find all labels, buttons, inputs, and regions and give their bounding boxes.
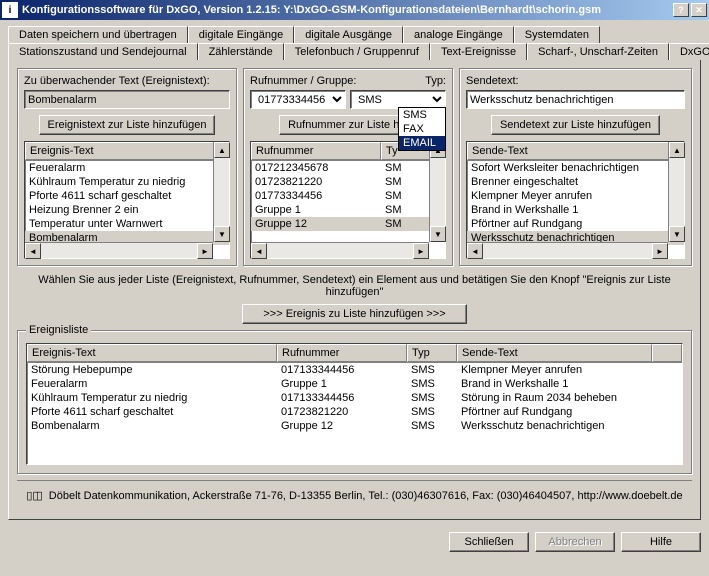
list-item[interactable]: Feueralarm bbox=[25, 161, 229, 175]
ereignistext-list[interactable]: Ereignis-Text FeueralarmKühlraum Tempera… bbox=[24, 141, 230, 259]
footer-text: ▯◫Döbelt Datenkommunikation, Ackerstraße… bbox=[17, 480, 692, 511]
scrollbar-vertical[interactable]: ▲▼ bbox=[429, 142, 445, 242]
scroll-right-icon[interactable]: ► bbox=[197, 243, 213, 259]
close-button[interactable]: Schließen bbox=[449, 532, 529, 552]
rufnummer-label: Rufnummer / Gruppe: bbox=[250, 75, 356, 87]
tab-panel: Zu überwachender Text (Ereignistext): Er… bbox=[8, 59, 701, 520]
scrollbar-horizontal[interactable]: ◄► bbox=[467, 242, 668, 258]
scroll-right-icon[interactable]: ► bbox=[413, 243, 429, 259]
list-item[interactable]: Temperatur unter Warnwert bbox=[25, 217, 229, 231]
list-item[interactable]: Brenner eingeschaltet bbox=[467, 175, 684, 189]
sendetext-list-header: Sende-Text bbox=[467, 142, 684, 160]
rufnummer-list-header-ruf: Rufnummer bbox=[251, 142, 381, 160]
ereignisliste-fieldset: Ereignisliste Ereignis-Text Rufnummer Ty… bbox=[17, 330, 692, 474]
table-row[interactable]: Pforte 4611 scharf geschaltet01723821220… bbox=[27, 405, 682, 419]
tab-stationszustand-und-sendejournal[interactable]: Stationszustand und Sendejournal bbox=[8, 43, 198, 60]
list-item[interactable]: 017212345678SM bbox=[251, 161, 445, 175]
ereignistext-group: Zu überwachender Text (Ereignistext): Er… bbox=[17, 68, 237, 266]
list-item[interactable]: Pforte 4611 scharf geschaltet bbox=[25, 189, 229, 203]
scroll-left-icon[interactable]: ◄ bbox=[251, 243, 267, 259]
tab-dxgo[interactable]: DxGO bbox=[669, 43, 709, 60]
scrollbar-horizontal[interactable]: ◄► bbox=[251, 242, 429, 258]
table-row[interactable]: FeueralarmGruppe 1SMSBrand in Werkshalle… bbox=[27, 377, 682, 391]
scroll-left-icon[interactable]: ◄ bbox=[467, 243, 483, 259]
list-item[interactable]: Brand in Werkshalle 1 bbox=[467, 203, 684, 217]
scroll-down-icon[interactable]: ▼ bbox=[430, 226, 446, 242]
rufnummer-select[interactable]: 01773334456 bbox=[250, 90, 346, 109]
tabs-row-1: Daten speichern und übertragendigitale E… bbox=[8, 26, 701, 43]
table-row[interactable]: BombenalarmGruppe 12SMSWerksschutz benac… bbox=[27, 419, 682, 433]
list-item[interactable]: Kühlraum Temperatur zu niedrig bbox=[25, 175, 229, 189]
rufnummer-group: Rufnummer / Gruppe: Typ: 01773334456 SMS… bbox=[243, 68, 453, 266]
tab-analoge-eing-nge[interactable]: analoge Eingänge bbox=[403, 26, 514, 43]
typ-option-sms[interactable]: SMS bbox=[399, 108, 445, 122]
sendetext-input[interactable] bbox=[466, 90, 685, 109]
titlebar: i Konfigurationssoftware für DxGO, Versi… bbox=[0, 0, 709, 20]
instruction-text: Wählen Sie aus jeder Liste (Ereignistext… bbox=[17, 274, 692, 298]
add-ereignistext-button[interactable]: Ereignistext zur Liste hinzufügen bbox=[39, 115, 216, 135]
col-typ[interactable]: Typ bbox=[407, 344, 457, 362]
list-item[interactable]: 01723821220SM bbox=[251, 175, 445, 189]
scroll-right-icon[interactable]: ► bbox=[652, 243, 668, 259]
dialog-buttons: Schließen Abbrechen Hilfe bbox=[0, 526, 709, 558]
window-title: Konfigurationssoftware für DxGO, Version… bbox=[22, 4, 673, 16]
sendetext-label: Sendetext: bbox=[466, 75, 685, 87]
add-event-button[interactable]: >>> Ereignis zu Liste hinzufügen >>> bbox=[242, 304, 466, 324]
list-item[interactable]: Klempner Meyer anrufen bbox=[467, 189, 684, 203]
scroll-up-icon[interactable]: ▲ bbox=[669, 142, 685, 158]
scrollbar-vertical[interactable]: ▲▼ bbox=[668, 142, 684, 242]
sendetext-group: Sendetext: Sendetext zur Liste hinzufüge… bbox=[459, 68, 692, 266]
scrollbar-horizontal[interactable]: ◄► bbox=[25, 242, 213, 258]
table-row[interactable]: Störung Hebepumpe017133344456SMSKlempner… bbox=[27, 363, 682, 377]
list-item[interactable]: Heizung Brenner 2 ein bbox=[25, 203, 229, 217]
scroll-left-icon[interactable]: ◄ bbox=[25, 243, 41, 259]
list-item[interactable]: Gruppe 1SM bbox=[251, 203, 445, 217]
app-icon: i bbox=[2, 2, 18, 18]
cancel-button: Abbrechen bbox=[535, 532, 615, 552]
footer-icon: ▯◫ bbox=[26, 491, 42, 503]
add-rufnummer-button[interactable]: Rufnummer zur Liste hin bbox=[279, 115, 417, 135]
scroll-up-icon[interactable]: ▲ bbox=[214, 142, 230, 158]
list-item[interactable]: 01773334456SM bbox=[251, 189, 445, 203]
scroll-down-icon[interactable]: ▼ bbox=[214, 226, 230, 242]
col-ereignistext[interactable]: Ereignis-Text bbox=[27, 344, 277, 362]
close-icon[interactable]: ✕ bbox=[691, 3, 707, 17]
table-row[interactable]: Kühlraum Temperatur zu niedrig0171333444… bbox=[27, 391, 682, 405]
typ-label: Typ: bbox=[425, 75, 446, 87]
tab-scharf-unscharf-zeiten[interactable]: Scharf-, Unscharf-Zeiten bbox=[527, 43, 669, 60]
help-icon[interactable]: ? bbox=[673, 3, 689, 17]
tab-digitale-ausg-nge[interactable]: digitale Ausgänge bbox=[294, 26, 403, 43]
list-item[interactable]: Sofort Werksleiter benachrichtigen bbox=[467, 161, 684, 175]
rufnummer-list[interactable]: Rufnummer Ty 017212345678SM01723821220SM… bbox=[250, 141, 446, 259]
col-spacer bbox=[652, 344, 682, 362]
help-button[interactable]: Hilfe bbox=[621, 532, 701, 552]
scroll-down-icon[interactable]: ▼ bbox=[669, 226, 685, 242]
col-rufnummer[interactable]: Rufnummer bbox=[277, 344, 407, 362]
tab-telefonbuch-gruppenruf[interactable]: Telefonbuch / Gruppenruf bbox=[284, 43, 430, 60]
list-item[interactable]: Pförtner auf Rundgang bbox=[467, 217, 684, 231]
tab-z-hlerst-nde[interactable]: Zählerstände bbox=[198, 43, 284, 60]
tab-text-ereignisse[interactable]: Text-Ereignisse bbox=[430, 43, 527, 60]
list-item[interactable]: Gruppe 12SM bbox=[251, 217, 445, 231]
ereignistext-input[interactable] bbox=[24, 90, 230, 109]
ereignistext-list-header: Ereignis-Text bbox=[25, 142, 229, 160]
add-sendetext-button[interactable]: Sendetext zur Liste hinzufügen bbox=[491, 115, 660, 135]
tab-systemdaten[interactable]: Systemdaten bbox=[514, 26, 600, 43]
ereignisliste-table[interactable]: Ereignis-Text Rufnummer Typ Sende-Text S… bbox=[26, 343, 683, 465]
col-sendetext[interactable]: Sende-Text bbox=[457, 344, 652, 362]
sendetext-list[interactable]: Sende-Text Sofort Werksleiter benachrich… bbox=[466, 141, 685, 259]
tabs-row-2: Stationszustand und SendejournalZählerst… bbox=[8, 43, 701, 60]
tab-digitale-eing-nge[interactable]: digitale Eingänge bbox=[188, 26, 294, 43]
typ-option-fax[interactable]: FAX bbox=[399, 122, 445, 136]
ereignistext-label: Zu überwachender Text (Ereignistext): bbox=[24, 75, 230, 87]
ereignisliste-legend: Ereignisliste bbox=[26, 324, 91, 336]
typ-option-email[interactable]: EMAIL bbox=[399, 136, 445, 150]
typ-dropdown-popup: SMS FAX EMAIL bbox=[398, 107, 446, 151]
tab-daten-speichern-und-bertragen[interactable]: Daten speichern und übertragen bbox=[8, 26, 188, 43]
scrollbar-vertical[interactable]: ▲▼ bbox=[213, 142, 229, 242]
